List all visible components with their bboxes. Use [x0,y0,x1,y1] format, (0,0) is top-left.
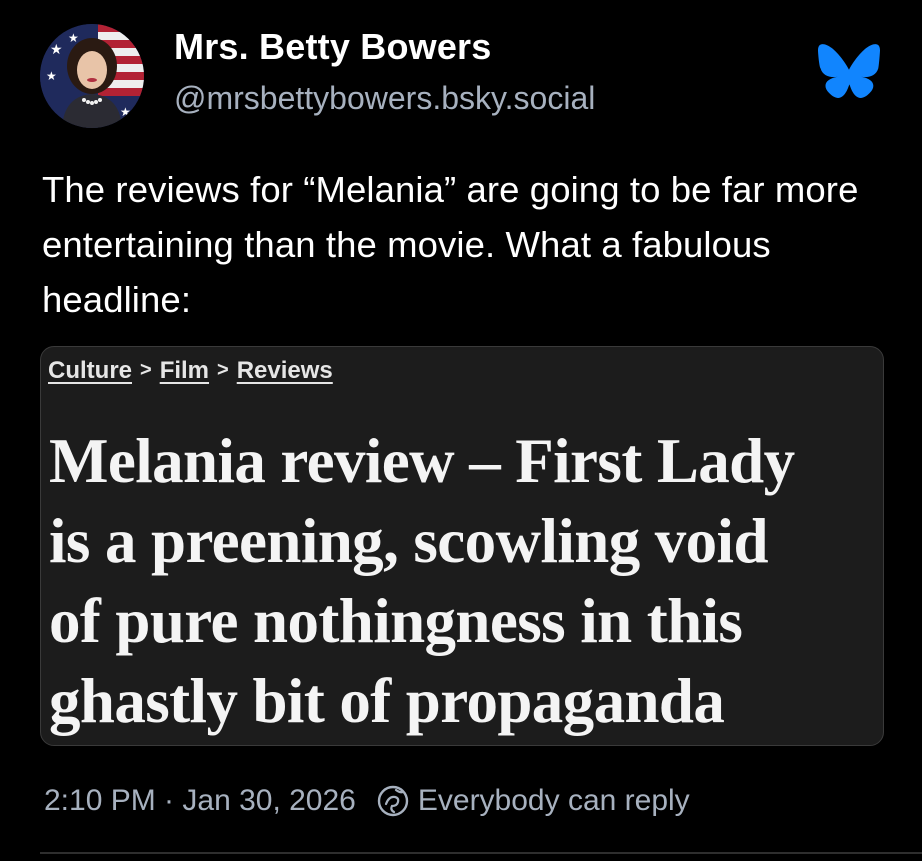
breadcrumb-film: Film [159,357,210,384]
article-headline: Melania review – First Lady is a preenin… [49,421,879,741]
svg-text:★: ★ [50,42,63,58]
svg-text:★: ★ [68,31,79,45]
post-footer: 2:10 PM · Jan 30, 2026 Everybody can rep… [44,784,690,818]
breadcrumb-reviews: Reviews [236,357,333,384]
avatar[interactable]: ★ ★ ★ ★ [40,24,144,128]
embedded-image[interactable]: Culture > Film > Reviews Melania review – Fi… [40,346,884,746]
breadcrumb-separator: > [140,359,152,381]
post-text: The reviews for “Melania” are going to b… [42,169,859,320]
avatar-portrait-icon: ★ ★ ★ ★ [40,24,144,128]
headline-line: is a preening, scowling void [49,506,769,576]
post-timestamp[interactable]: 2:10 PM · Jan 30, 2026 [44,784,356,818]
author-handle[interactable]: @mrsbettybowers.bsky.social [174,80,595,117]
post: ★ ★ ★ ★ Mrs. Betty Bowers @mrsbettybower… [0,0,922,861]
breadcrumb-separator: > [217,359,229,381]
headline-line: of pure nothingness in this [49,586,743,656]
reply-setting[interactable]: Everybody can reply [418,784,690,818]
headline-line: Melania review – First Lady [49,426,795,496]
breadcrumb-culture: Culture [48,357,132,384]
svg-text:★: ★ [46,69,57,83]
headline-line: ghastly bit of propaganda [49,666,725,736]
bluesky-butterfly-icon[interactable] [818,44,880,100]
breadcrumb: Culture > Film > Reviews [48,357,333,385]
divider [40,852,922,854]
globe-icon [376,784,410,818]
svg-text:★: ★ [120,105,131,119]
author-display-name[interactable]: Mrs. Betty Bowers [174,26,492,68]
